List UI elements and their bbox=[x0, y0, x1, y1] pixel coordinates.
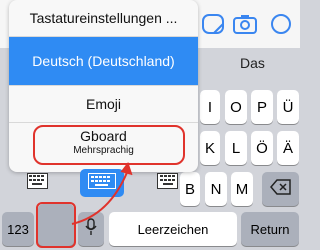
annotation-arrow bbox=[71, 161, 133, 225]
